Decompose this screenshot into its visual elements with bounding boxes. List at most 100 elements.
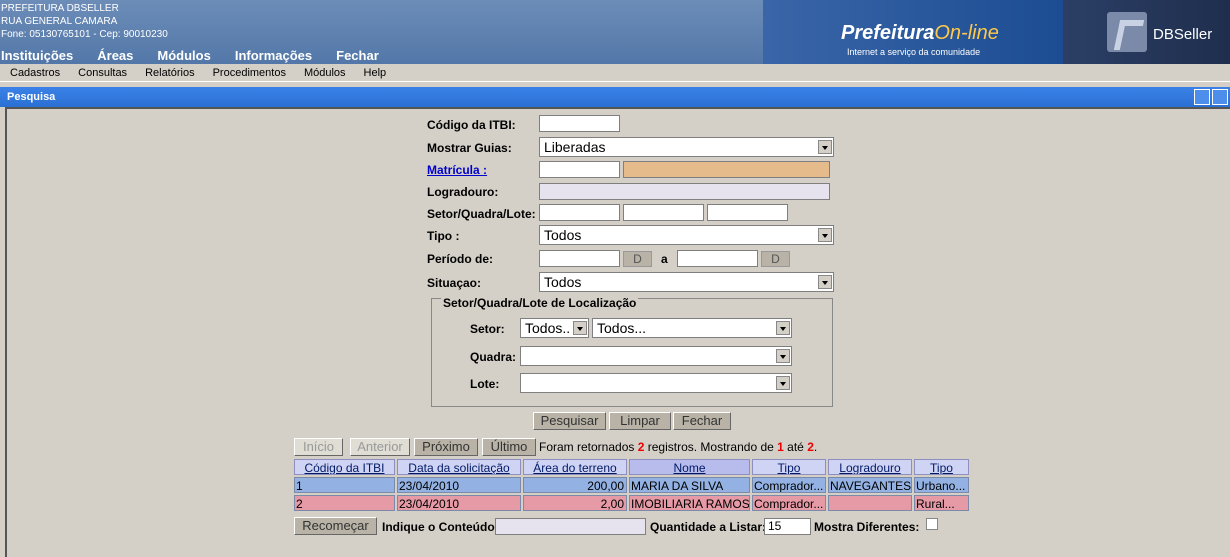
setor-input[interactable]	[539, 204, 620, 221]
col-codigo-itbi[interactable]: Código da ITBI	[294, 459, 395, 475]
situacao-select[interactable]: Todos	[539, 272, 834, 292]
matricula-input[interactable]	[539, 161, 620, 178]
cell-data[interactable]: 23/04/2010	[397, 495, 521, 511]
dbseller-name: DBSeller	[1153, 26, 1213, 43]
dbseller-logo: DBSeller	[1063, 0, 1230, 64]
chevron-down-icon	[818, 275, 832, 289]
fechar-button[interactable]: Fechar	[673, 412, 731, 430]
menu-help[interactable]: Help	[364, 67, 387, 79]
mostrar-label: Mostrar Guias:	[427, 141, 512, 155]
situacao-label: Situaçao:	[427, 276, 482, 290]
periodo-label: Período de:	[427, 252, 494, 266]
loc-lote-select[interactable]	[520, 373, 792, 393]
loc-setor-short-select[interactable]: Todos..	[520, 318, 589, 338]
org-phone: Fone: 05130765101 - Cep: 90010230	[1, 29, 168, 40]
anterior-button[interactable]: Anterior	[350, 438, 410, 456]
matricula-link[interactable]: Matrícula :	[427, 163, 487, 177]
brand-title: PrefeituraOn-line	[841, 22, 999, 44]
indique-input[interactable]	[495, 518, 646, 535]
dbseller-logo-icon	[1107, 12, 1147, 52]
maximize-icon[interactable]	[1212, 89, 1228, 105]
tipo-label: Tipo :	[427, 229, 460, 243]
results-footer: Recomeçar Indique o Conteúdo: Quantidade…	[294, 517, 971, 537]
mostra-diferentes-checkbox[interactable]	[926, 518, 938, 530]
loc-quadra-select[interactable]	[520, 346, 792, 366]
codigo-input[interactable]	[539, 115, 620, 132]
minimize-icon[interactable]	[1194, 89, 1210, 105]
inicio-button[interactable]: Início	[294, 438, 343, 456]
codigo-label: Código da ITBI:	[427, 118, 516, 132]
proximo-button[interactable]: Próximo	[414, 438, 478, 456]
mostrar-select[interactable]: Liberadas	[539, 137, 834, 157]
col-tipo[interactable]: Tipo	[752, 459, 826, 475]
cell-area[interactable]: 200,00	[523, 477, 627, 493]
periodo-a-label: a	[661, 252, 668, 266]
cell-logradouro[interactable]: NAVEGANTES	[828, 477, 912, 493]
cell-codigo[interactable]: 2	[294, 495, 395, 511]
chevron-down-icon	[776, 376, 790, 390]
loc-quadra-label: Quadra:	[470, 350, 517, 364]
periodo-end-date-button[interactable]: D	[761, 251, 790, 267]
col-logradouro[interactable]: Logradouro	[828, 459, 912, 475]
logradouro-label: Logradouro:	[427, 185, 499, 199]
brand-subtitle: Internet a serviço da comunidade	[847, 47, 981, 57]
menu-consultas[interactable]: Consultas	[78, 67, 127, 79]
localizacao-legend: Setor/Quadra/Lote de Localização	[441, 296, 639, 310]
cell-logradouro[interactable]	[828, 495, 912, 511]
col-data-solicitacao[interactable]: Data da solicitação	[397, 459, 521, 475]
recomecar-button[interactable]: Recomeçar	[294, 517, 377, 535]
app-header: PREFEITURA DBSELLER RUA GENERAL CAMARA F…	[0, 0, 1230, 64]
menu-procedimentos[interactable]: Procedimentos	[213, 67, 286, 79]
cell-tipo-2[interactable]: Urbano...	[914, 477, 969, 493]
menu-instituicoes[interactable]: Instituições	[1, 48, 73, 63]
search-panel: Código da ITBI: Mostrar Guias: Liberadas…	[5, 107, 1230, 557]
col-area-terreno[interactable]: Área do terreno	[523, 459, 627, 475]
col-nome[interactable]: Nome	[629, 459, 750, 475]
cell-tipo[interactable]: Comprador...	[752, 477, 826, 493]
periodo-end-input[interactable]	[677, 250, 758, 267]
org-address: RUA GENERAL CAMARA	[1, 16, 118, 27]
col-tipo-2[interactable]: Tipo	[914, 459, 969, 475]
results-status: Foram retornados 2 registros. Mostrando …	[539, 440, 818, 454]
indique-label: Indique o Conteúdo:	[382, 520, 499, 534]
menu-fechar[interactable]: Fechar	[336, 48, 379, 63]
pesquisar-button[interactable]: Pesquisar	[533, 412, 606, 430]
chevron-down-icon	[776, 349, 790, 363]
limpar-button[interactable]: Limpar	[609, 412, 671, 430]
quantidade-input[interactable]: 15	[764, 518, 811, 535]
cell-codigo[interactable]: 1	[294, 477, 395, 493]
menu-informacoes[interactable]: Informações	[235, 48, 312, 63]
cell-tipo-2[interactable]: Rural...	[914, 495, 969, 511]
loc-setor-label: Setor:	[470, 322, 505, 336]
menu-relatorios[interactable]: Relatórios	[145, 67, 195, 79]
menu-modulos[interactable]: Módulos	[157, 48, 210, 63]
tipo-select[interactable]: Todos	[539, 225, 834, 245]
setor-quadra-lote-label: Setor/Quadra/Lote:	[427, 207, 536, 221]
lote-input[interactable]	[707, 204, 788, 221]
quadra-input[interactable]	[623, 204, 704, 221]
loc-lote-label: Lote:	[470, 377, 500, 391]
loc-setor-long-select[interactable]: Todos...	[592, 318, 792, 338]
org-name: PREFEITURA DBSELLER	[1, 3, 119, 14]
cell-tipo[interactable]: Comprador...	[752, 495, 826, 511]
cell-nome[interactable]: MARIA DA SILVA	[629, 477, 750, 493]
logradouro-field	[539, 183, 830, 200]
ultimo-button[interactable]: Último	[482, 438, 536, 456]
window-titlebar: Pesquisa	[0, 87, 1230, 107]
org-info: PREFEITURA DBSELLER RUA GENERAL CAMARA F…	[1, 2, 168, 41]
menu-cadastros[interactable]: Cadastros	[10, 67, 60, 79]
periodo-start-input[interactable]	[539, 250, 620, 267]
cell-data[interactable]: 23/04/2010	[397, 477, 521, 493]
menu-modulos-2[interactable]: Módulos	[304, 67, 346, 79]
menu-bar: Cadastros Consultas Relatórios Procedime…	[0, 64, 1230, 82]
chevron-down-icon	[818, 140, 832, 154]
chevron-down-icon	[573, 321, 587, 335]
prefeitura-online-logo: PrefeituraOn-line Internet a serviço da …	[763, 0, 1063, 64]
periodo-start-date-button[interactable]: D	[623, 251, 652, 267]
cell-nome[interactable]: IMOBILIARIA RAMOS	[629, 495, 750, 511]
menu-areas[interactable]: Áreas	[97, 48, 133, 63]
chevron-down-icon	[776, 321, 790, 335]
top-menu: Instituições Áreas Módulos Informações F…	[1, 48, 403, 63]
window-title: Pesquisa	[7, 91, 56, 103]
cell-area[interactable]: 2,00	[523, 495, 627, 511]
